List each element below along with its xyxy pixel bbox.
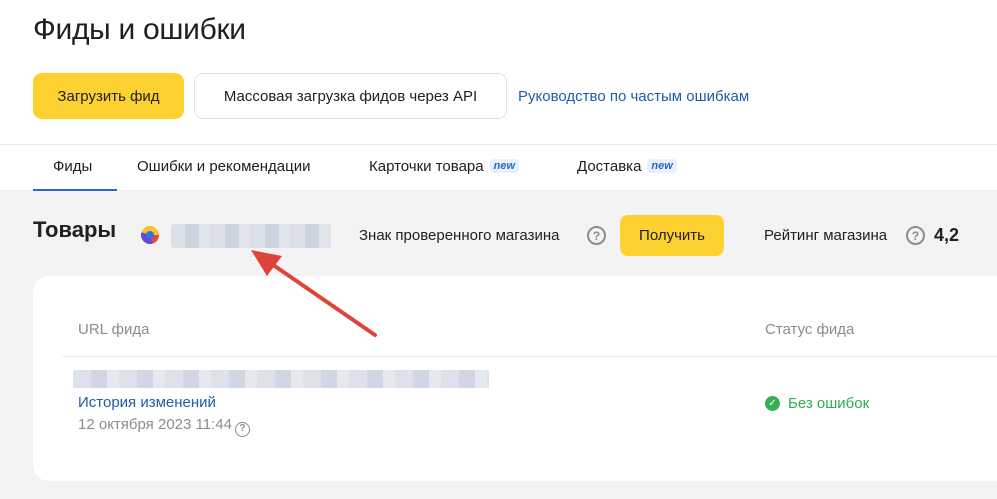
tab-product-cards[interactable]: Карточки товара new <box>369 158 520 175</box>
date-text: 12 октября 2023 11:44 <box>78 416 232 433</box>
tab-label: Ошибки и рекомендации <box>137 158 311 175</box>
get-verified-badge-button[interactable]: Получить <box>620 215 724 256</box>
shop-logo-icon <box>141 226 159 244</box>
table-divider <box>62 356 997 357</box>
tab-label: Карточки товара <box>369 158 484 175</box>
tab-errors-recommendations[interactable]: Ошибки и рекомендации <box>137 158 310 175</box>
page-title: Фиды и ошибки <box>33 13 246 46</box>
column-header-feed-url: URL фида <box>78 321 150 338</box>
goods-section-title: Товары <box>33 217 117 242</box>
help-icon[interactable]: ? <box>234 421 250 437</box>
tabs-bar: Фиды Ошибки и рекомендации Карточки това… <box>0 144 997 191</box>
tab-label: Доставка <box>577 158 642 175</box>
column-header-feed-status: Статус фида <box>765 321 855 338</box>
help-icon[interactable]: ? <box>587 226 606 245</box>
verified-shop-label: Знак проверенного магазина <box>359 227 560 244</box>
shop-rating-label: Рейтинг магазина <box>764 227 888 244</box>
new-badge: new <box>489 159 520 173</box>
feed-status-text: Без ошибок <box>788 395 870 412</box>
tab-label: Фиды <box>53 158 93 175</box>
tab-feeds[interactable]: Фиды <box>53 158 92 175</box>
bulk-upload-api-button[interactable]: Массовая загрузка фидов через API <box>194 73 507 119</box>
shop-name-redacted <box>171 224 331 248</box>
feed-update-date: 12 октября 2023 11:44? <box>78 416 250 437</box>
errors-guide-link[interactable]: Руководство по частым ошибкам <box>518 88 749 105</box>
page-header: Фиды и ошибки Загрузить фид Массовая заг… <box>0 0 997 144</box>
feed-url-redacted <box>73 370 489 388</box>
shop-rating-value: 4,2 <box>934 225 960 245</box>
help-icon[interactable]: ? <box>906 226 925 245</box>
new-badge: new <box>647 159 677 173</box>
tab-delivery[interactable]: Доставка new <box>577 158 677 175</box>
change-history-link[interactable]: История изменений <box>78 394 216 411</box>
upload-feed-button[interactable]: Загрузить фид <box>33 73 184 119</box>
feed-status: ✓ Без ошибок <box>765 395 869 412</box>
check-circle-icon: ✓ <box>765 396 780 411</box>
